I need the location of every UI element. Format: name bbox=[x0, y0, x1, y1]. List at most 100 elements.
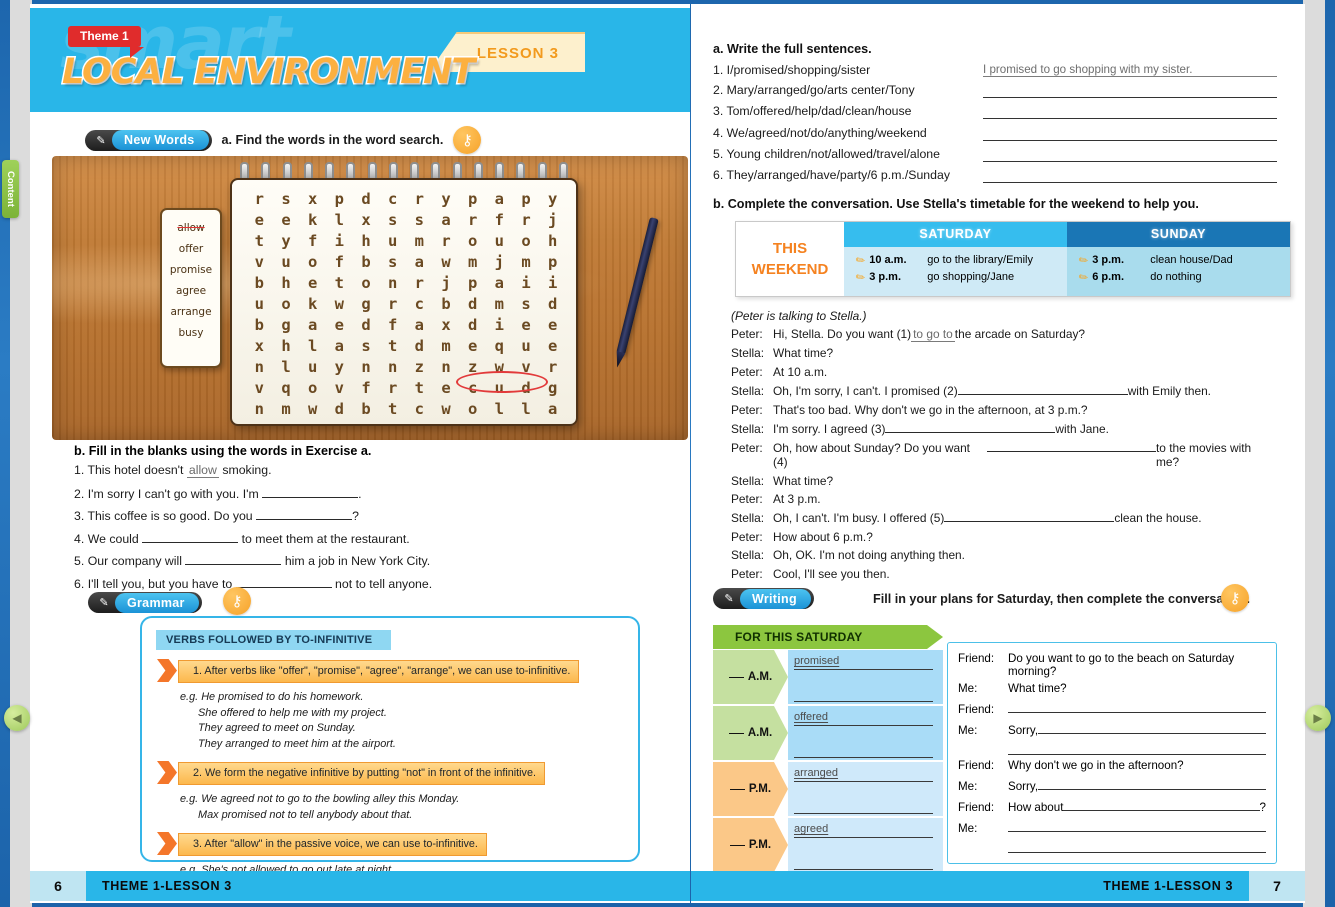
grid-letter[interactable]: r bbox=[246, 190, 273, 209]
plan-slot-period[interactable]: A.M. bbox=[713, 650, 788, 704]
writing-conversation-line[interactable]: Me: bbox=[958, 818, 1266, 835]
grid-letter[interactable]: y bbox=[433, 190, 460, 209]
grid-letter[interactable]: f bbox=[299, 232, 326, 251]
grid-letter[interactable]: e bbox=[539, 337, 566, 356]
grid-letter[interactable]: d bbox=[539, 295, 566, 314]
grid-letter[interactable]: e bbox=[246, 211, 273, 230]
grid-letter[interactable]: c bbox=[406, 400, 433, 419]
grid-letter[interactable]: s bbox=[406, 211, 433, 230]
dialogue-blank[interactable] bbox=[986, 440, 1156, 453]
word-list-item[interactable]: busy bbox=[162, 327, 220, 339]
sentence-answer-blank[interactable] bbox=[983, 168, 1277, 183]
grid-letter[interactable]: p bbox=[326, 190, 353, 209]
grid-letter[interactable]: l bbox=[273, 358, 300, 377]
grid-letter[interactable]: u bbox=[379, 232, 406, 251]
grid-letter[interactable]: s bbox=[379, 211, 406, 230]
conversation-blank[interactable] bbox=[1063, 797, 1260, 811]
grid-letter[interactable]: w bbox=[433, 400, 460, 419]
grid-letter[interactable]: a bbox=[406, 316, 433, 335]
grid-letter[interactable]: w bbox=[433, 253, 460, 272]
plan-slot-period[interactable]: A.M. bbox=[713, 706, 788, 760]
writing-conversation-line[interactable] bbox=[958, 839, 1266, 853]
dialogue-blank[interactable] bbox=[944, 510, 1115, 523]
grid-letter[interactable]: o bbox=[513, 232, 540, 251]
word-list-item[interactable]: agree bbox=[162, 285, 220, 297]
plan-blank-line[interactable] bbox=[794, 681, 933, 702]
grid-letter[interactable]: r bbox=[513, 211, 540, 230]
plan-slot[interactable]: A.M. offered bbox=[713, 706, 943, 760]
grid-letter[interactable]: i bbox=[513, 274, 540, 293]
sentence-answer[interactable]: I promised to go shopping with my sister… bbox=[983, 63, 1277, 77]
grid-letter[interactable]: e bbox=[273, 211, 300, 230]
conversation-blank[interactable] bbox=[1008, 741, 1266, 755]
writing-conversation-line[interactable]: Friend: Do you want to go to the beach on… bbox=[958, 652, 1266, 678]
plan-blank-line[interactable] bbox=[794, 793, 933, 814]
plan-slot[interactable]: P.M. arranged bbox=[713, 762, 943, 816]
grid-letter[interactable]: u bbox=[513, 337, 540, 356]
grid-letter[interactable]: e bbox=[513, 316, 540, 335]
answer-blank[interactable] bbox=[142, 531, 239, 543]
grid-letter[interactable]: o bbox=[299, 379, 326, 398]
grid-letter[interactable]: h bbox=[273, 274, 300, 293]
grid-letter[interactable]: n bbox=[379, 358, 406, 377]
grid-letter[interactable]: n bbox=[246, 400, 273, 419]
grid-letter[interactable]: a bbox=[406, 253, 433, 272]
grid-letter[interactable]: f bbox=[379, 316, 406, 335]
grammar-pill[interactable]: ✎ Grammar bbox=[88, 592, 202, 613]
grid-letter[interactable]: b bbox=[353, 400, 380, 419]
writing-conversation-line[interactable]: Friend: bbox=[958, 699, 1266, 716]
time-blank[interactable] bbox=[730, 789, 745, 790]
grid-letter[interactable]: q bbox=[486, 337, 513, 356]
sentence-answer-blank[interactable] bbox=[983, 83, 1277, 99]
grid-letter[interactable]: i bbox=[539, 274, 566, 293]
grid-letter[interactable]: l bbox=[513, 400, 540, 419]
grid-letter[interactable]: f bbox=[326, 253, 353, 272]
grid-letter[interactable]: b bbox=[433, 295, 460, 314]
grid-letter[interactable]: m bbox=[486, 295, 513, 314]
grid-letter[interactable]: u bbox=[486, 232, 513, 251]
answer-blank[interactable] bbox=[262, 486, 359, 498]
time-blank[interactable] bbox=[730, 845, 745, 846]
grid-letter[interactable]: m bbox=[513, 253, 540, 272]
sentence-row[interactable]: 3. Tom/offered/help/dad/clean/house bbox=[713, 104, 1277, 120]
word-list-item[interactable]: offer bbox=[162, 243, 220, 255]
grid-letter[interactable]: e bbox=[326, 316, 353, 335]
conversation-blank[interactable] bbox=[1008, 839, 1266, 853]
grid-letter[interactable]: l bbox=[299, 337, 326, 356]
grid-letter[interactable]: t bbox=[326, 274, 353, 293]
word-list-item[interactable]: arrange bbox=[162, 306, 220, 318]
grid-letter[interactable]: s bbox=[379, 253, 406, 272]
grid-letter[interactable]: g bbox=[273, 316, 300, 335]
grid-letter[interactable]: d bbox=[459, 316, 486, 335]
sentence-row[interactable]: 1. I/promised/shopping/sister I promised … bbox=[713, 63, 1277, 77]
grid-letter[interactable]: k bbox=[299, 295, 326, 314]
grid-letter[interactable]: r bbox=[379, 295, 406, 314]
writing-conversation-line[interactable]: Me: What time? bbox=[958, 682, 1266, 695]
grid-letter[interactable]: c bbox=[406, 295, 433, 314]
grid-letter[interactable]: t bbox=[379, 400, 406, 419]
prev-page-button[interactable]: ◀ bbox=[4, 705, 30, 731]
grid-letter[interactable]: l bbox=[486, 400, 513, 419]
time-blank[interactable] bbox=[729, 733, 744, 734]
grid-letter[interactable]: y bbox=[273, 232, 300, 251]
grid-letter[interactable]: v bbox=[246, 253, 273, 272]
writing-conversation-line[interactable] bbox=[958, 741, 1266, 755]
sentence-answer-blank[interactable] bbox=[983, 126, 1277, 141]
grid-letter[interactable]: x bbox=[433, 316, 460, 335]
fill-blank-row[interactable]: 2. I'm sorry I can't go with you. I'm . bbox=[74, 486, 674, 501]
grid-letter[interactable]: r bbox=[433, 232, 460, 251]
grid-letter[interactable]: f bbox=[353, 379, 380, 398]
plan-slot-lines[interactable]: arranged bbox=[788, 762, 943, 816]
grid-letter[interactable]: z bbox=[406, 358, 433, 377]
grid-letter[interactable]: g bbox=[353, 295, 380, 314]
plan-slot[interactable]: P.M. agreed bbox=[713, 818, 943, 872]
plan-verb[interactable]: arranged bbox=[794, 767, 933, 782]
writing-conversation-line[interactable]: Me: Sorry, bbox=[958, 720, 1266, 737]
sentence-row[interactable]: 6. They/arranged/have/party/6 p.m./Sunda… bbox=[713, 168, 1277, 183]
plan-verb[interactable]: offered bbox=[794, 711, 933, 726]
grid-letter[interactable]: c bbox=[379, 190, 406, 209]
grid-letter[interactable]: m bbox=[459, 253, 486, 272]
plan-slot[interactable]: A.M. promised bbox=[713, 650, 943, 704]
grid-letter[interactable]: p bbox=[459, 274, 486, 293]
grid-letter[interactable]: h bbox=[539, 232, 566, 251]
